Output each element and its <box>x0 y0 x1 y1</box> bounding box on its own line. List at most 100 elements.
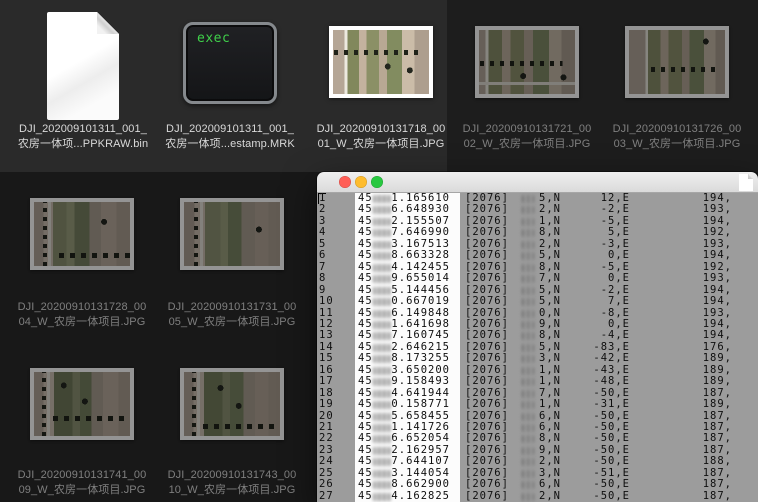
gps-week: [2076] <box>465 295 509 308</box>
redaction-blur <box>522 355 534 364</box>
file-label-line2: 04_W_农房一体项目.JPG <box>18 316 146 328</box>
redaction-blur <box>373 424 391 432</box>
aerial-photo <box>333 30 429 94</box>
minimize-button[interactable] <box>355 176 367 188</box>
file-item-0[interactable]: DJI_202009101311_001_ 农房一体项...PPKRAW.bin <box>8 0 158 170</box>
redaction-blur <box>522 240 534 249</box>
redaction-blur <box>522 435 534 444</box>
file-item-1[interactable]: exec DJI_202009101311_001_ 农房一体项...estamp.… <box>155 0 305 170</box>
north-offset: 7,N <box>539 272 561 285</box>
file-label-line1: DJI_20200910131743_00 <box>167 469 297 481</box>
text-viewer-window[interactable]: 1 45 1.165610 [2076] 5,N 12,E 194, 2 45 6.648930[… <box>317 172 758 502</box>
redaction-blur <box>522 343 534 352</box>
redaction-blur <box>522 217 534 226</box>
table-row: 13 45 7.160745 [2076] 8,N -4,E 194, <box>317 330 758 341</box>
redaction-blur <box>522 229 534 238</box>
file-label-line1: DJI_20200910131718_00 <box>316 123 446 135</box>
file-label: DJI_20200910131726_00 03_W_农房一体项目.JPG <box>602 122 752 152</box>
redaction-blur <box>373 263 391 272</box>
height-value: 194, <box>702 295 732 308</box>
redaction-blur <box>522 424 534 432</box>
redaction-blur <box>522 252 534 261</box>
table-row: 9 45 5.144456 [2076] 5,N -2,E 194, <box>317 284 758 296</box>
table-row: 20 45 5.658455 [2076] 6,N -50,E 187, <box>317 410 758 422</box>
gps-time-prefix: 45 <box>358 489 373 502</box>
gps-time-prefix: 45 <box>358 295 373 308</box>
aerial-photo <box>629 30 725 94</box>
table-row: 12 45 1.641698 [2076] 9,N 0,E 194, <box>317 318 758 330</box>
redaction-blur <box>373 389 391 398</box>
file-item-4[interactable]: DJI_20200910131726_00 03_W_农房一体项目.JPG <box>602 0 752 170</box>
north-offset: 2,N <box>539 489 561 502</box>
file-icon-slot <box>329 26 433 98</box>
document-proxy-icon[interactable] <box>739 174 753 191</box>
table-row: 18 45 4.641944 [2076] 7,N -50,E 187, <box>317 387 758 399</box>
executable-icon: exec <box>183 22 277 104</box>
redaction-blur <box>373 309 391 318</box>
file-label-line1: DJI_20200910131726_00 <box>612 123 742 135</box>
file-label: DJI_20200910131728_00 04_W_农房一体项目.JPG <box>7 300 157 330</box>
file-label-line1: DJI_20200910131731_00 <box>167 301 297 313</box>
line-number: 27 <box>319 489 334 502</box>
file-item-3[interactable]: DJI_20200910131721_00 02_W_农房一体项目.JPG <box>452 0 602 170</box>
gps-time-prefix: 45 <box>358 272 373 285</box>
table-row: 4 45 7.646990 [2076] 8,N 5,E 192, <box>317 227 758 238</box>
line-number: 8 <box>319 272 327 285</box>
line-number: 19 <box>319 398 334 411</box>
gps-time-fraction: 9.655014 <box>391 272 450 285</box>
file-label: DJI_202009101311_001_ 农房一体项...estamp.MRK <box>155 122 305 152</box>
desktop: DJI_202009101311_001_ 农房一体项...PPKRAW.bin e… <box>0 0 758 502</box>
table-row: 10 45 0.667019 [2076] 5,N 7,E 194, <box>317 295 758 308</box>
table-row: 14 45 2.646215 [2076] 5,N -83,E 176, <box>317 341 758 353</box>
file-item-6[interactable]: DJI_20200910131731_00 05_W_农房一体项目.JPG <box>157 172 307 342</box>
table-row: 19 45 0.158771 [2076] 1,N -31,E 189, <box>317 398 758 411</box>
redaction-blur <box>373 240 391 249</box>
file-icon-slot <box>180 368 284 440</box>
aerial-photo <box>34 202 130 266</box>
redaction-blur <box>373 412 391 421</box>
redaction-blur <box>373 469 391 478</box>
redaction-blur <box>373 401 391 410</box>
file-item-8[interactable]: DJI_20200910131743_00 10_W_农房一体项目.JPG <box>157 340 307 502</box>
file-label-line2: 农房一体项...PPKRAW.bin <box>17 138 149 150</box>
redaction-blur <box>522 412 534 421</box>
file-label-line2: 09_W_农房一体项目.JPG <box>18 484 146 496</box>
file-label-line2: 03_W_农房一体项目.JPG <box>613 138 741 150</box>
redaction-blur <box>373 332 391 341</box>
redaction-blur <box>522 286 534 295</box>
window-titlebar[interactable] <box>317 172 758 193</box>
file-item-2[interactable]: DJI_20200910131718_00 01_W_农房一体项目.JPG <box>306 0 456 170</box>
table-row: 27 45 4.162825 [2076] 2,N -50,E 187, <box>317 489 758 502</box>
table-row: 22 45 6.652054 [2076] 8,N -50,E 187, <box>317 433 758 444</box>
redaction-blur <box>522 332 534 341</box>
redaction-blur <box>522 298 534 307</box>
redaction-blur <box>522 481 534 490</box>
close-button[interactable] <box>339 176 351 188</box>
table-row: 11 45 6.149848 [2076] 0,N -8,E 193, <box>317 307 758 319</box>
table-row: 17 45 9.158493 [2076] 1,N -48,E 189, <box>317 376 758 387</box>
table-row: 8 45 9.655014 [2076] 7,N 0,E 193, <box>317 273 758 284</box>
text-content[interactable]: 1 45 1.165610 [2076] 5,N 12,E 194, 2 45 6.648930[… <box>317 193 758 502</box>
redaction-blur <box>522 458 534 467</box>
file-label-line2: 农房一体项...estamp.MRK <box>165 138 295 150</box>
file-item-7[interactable]: DJI_20200910131741_00 09_W_农房一体项目.JPG <box>7 340 157 502</box>
file-label: DJI_20200910131718_00 01_W_农房一体项目.JPG <box>306 122 456 152</box>
zoom-button[interactable] <box>371 176 383 188</box>
redaction-blur <box>373 286 391 295</box>
image-thumbnail <box>180 368 284 440</box>
table-row: 21 45 1.141726 [2076] 6,N -50,E 187, <box>317 421 758 433</box>
table-row: 16 45 3.650200 [2076] 1,N -43,E 189, <box>317 364 758 376</box>
aerial-photo <box>184 372 280 436</box>
east-offset: 0,E <box>608 272 630 285</box>
redaction-blur <box>373 435 391 444</box>
exec-badge: exec <box>197 31 231 46</box>
image-thumbnail <box>329 26 433 98</box>
table-row: 6 45 8.663328 [2076] 5,N 0,E 194, <box>317 250 758 261</box>
file-label-line1: DJI_202009101311_001_ <box>166 123 294 135</box>
north-offset: 1,N <box>539 398 561 411</box>
redaction-blur <box>522 275 534 284</box>
file-item-5[interactable]: DJI_20200910131728_00 04_W_农房一体项目.JPG <box>7 172 157 342</box>
north-offset: 5,N <box>539 295 561 308</box>
redaction-blur <box>373 378 391 387</box>
east-offset: 7,E <box>608 295 630 308</box>
